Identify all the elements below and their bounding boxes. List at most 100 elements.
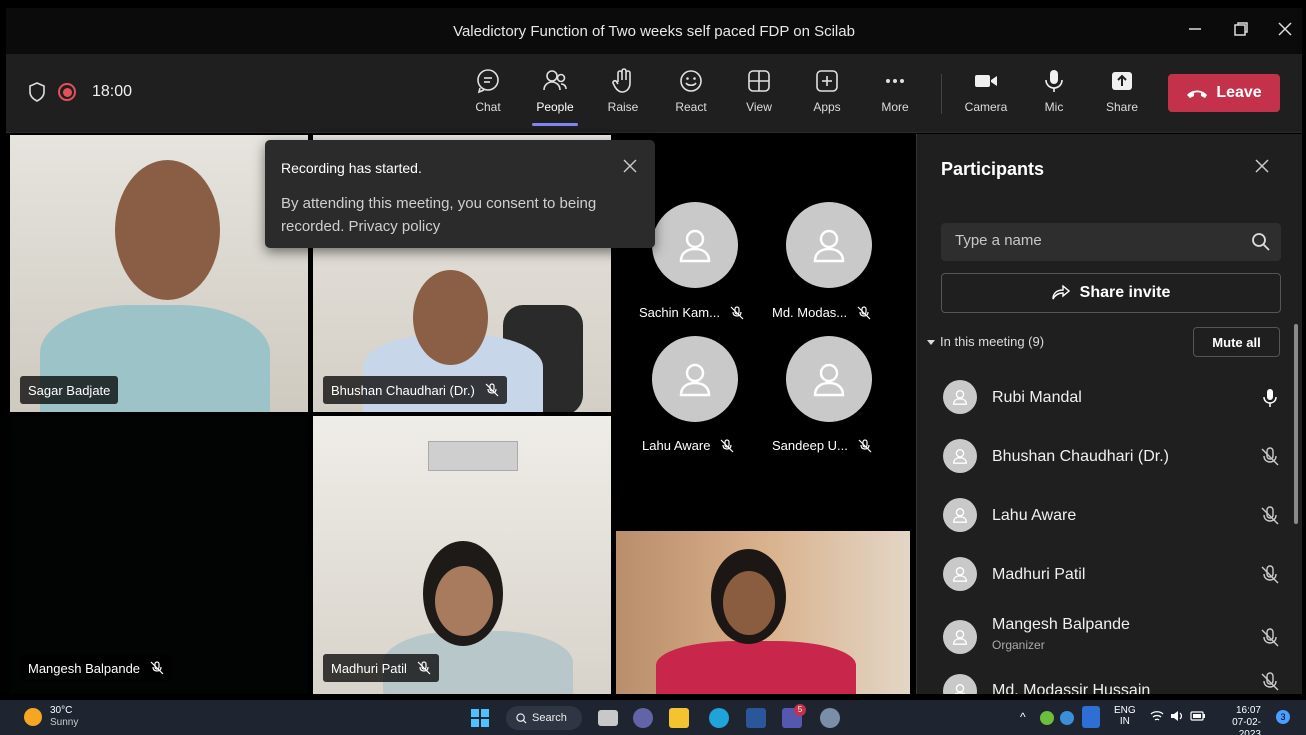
participant-row[interactable]: Bhushan Chaudhari (Dr.) (943, 431, 1283, 483)
video-tile[interactable]: Sagar Badjate (10, 135, 308, 412)
edge-icon[interactable] (709, 708, 729, 728)
teams-icon[interactable]: 5 (782, 704, 806, 728)
camera-button[interactable]: Camera (956, 66, 1016, 122)
notification-badge[interactable]: 3 (1276, 710, 1290, 724)
participant-name: Lahu Aware (992, 507, 1077, 524)
video-tile[interactable]: Madhuri Patil (313, 416, 611, 694)
panel-scrollbar[interactable] (1294, 324, 1298, 524)
close-panel-icon[interactable] (1254, 154, 1270, 180)
participant-name: Lahu Aware (642, 438, 711, 453)
mic-off-icon[interactable] (1260, 672, 1280, 692)
in-meeting-header[interactable]: In this meeting (9) (927, 334, 1044, 349)
search-field[interactable] (941, 223, 1281, 261)
view-icon (748, 70, 770, 92)
react-button[interactable]: React (661, 66, 721, 122)
system-clock[interactable]: 16:07 07-02-2023 (1215, 705, 1261, 735)
teams-chat-icon[interactable] (633, 708, 653, 728)
avatar[interactable] (786, 336, 872, 422)
people-button[interactable]: People (525, 66, 585, 126)
apps-icon (816, 70, 838, 92)
more-icon (886, 79, 904, 83)
person-icon (953, 508, 967, 523)
mic-button[interactable]: Mic (1024, 66, 1084, 122)
participant-role: Organizer (992, 638, 1045, 652)
taskbar-search[interactable]: Search (506, 706, 582, 730)
task-view-icon[interactable] (598, 710, 618, 726)
lang-top: ENG (1114, 705, 1136, 716)
chat-label: Chat (475, 100, 501, 114)
cloud-icon[interactable] (1060, 711, 1074, 725)
participant-name: Md. Modassir Hussain (992, 682, 1151, 694)
mic-off-icon (730, 305, 744, 319)
participant-name-tag: Sagar Badjate (20, 376, 119, 404)
meeting-timer: 18:00 (92, 83, 133, 100)
participant-row[interactable]: Md. Modassir Hussain (943, 668, 1283, 694)
participant-name: Madhuri Patil (992, 566, 1086, 583)
mic-icon[interactable] (1260, 388, 1280, 408)
search-icon[interactable] (1251, 232, 1271, 252)
raise-hand-button[interactable]: Raise (593, 66, 653, 122)
avatar[interactable] (786, 202, 872, 288)
share-button[interactable]: Share (1092, 66, 1152, 122)
chevron-up-icon[interactable]: ^ (1020, 710, 1026, 724)
leave-button[interactable]: Leave (1168, 74, 1280, 112)
word-icon[interactable] (746, 708, 766, 728)
close-window-icon[interactable] (1272, 18, 1298, 44)
mic-off-icon[interactable] (1260, 447, 1280, 467)
settings-icon[interactable] (820, 708, 840, 728)
mic-off-icon (150, 661, 164, 675)
battery-icon[interactable] (1190, 710, 1206, 725)
window-title: Valedictory Function of Two weeks self p… (453, 23, 855, 40)
search-input[interactable] (955, 232, 1235, 249)
hang-up-icon (1187, 90, 1208, 98)
apps-button[interactable]: Apps (797, 66, 857, 122)
mic-off-icon[interactable] (1260, 565, 1280, 585)
chat-button[interactable]: Chat (458, 66, 518, 122)
shield-icon[interactable] (28, 82, 46, 102)
minimize-icon[interactable] (1182, 18, 1208, 44)
avatar[interactable] (652, 202, 738, 288)
person-icon (679, 363, 711, 397)
tray-app-icon[interactable] (1040, 711, 1054, 725)
weather-widget[interactable]: 30°C Sunny (24, 705, 78, 729)
participant-name-tag: Mangesh Balpande (20, 654, 173, 682)
avatar-label: Sandeep U... (772, 438, 872, 453)
participant-row[interactable]: Lahu Aware (943, 490, 1283, 542)
participant-row[interactable]: Mangesh Balpande Organizer (943, 608, 1283, 664)
apps-label: Apps (813, 100, 841, 114)
video-tile[interactable] (616, 531, 910, 694)
more-button[interactable]: More (865, 66, 925, 122)
notification-body[interactable]: By attending this meeting, you consent t… (281, 192, 611, 238)
search-icon (516, 712, 527, 724)
participant-row[interactable]: Rubi Mandal (943, 372, 1283, 424)
close-icon[interactable] (623, 156, 637, 179)
video-tile[interactable]: Mangesh Balpande (10, 416, 308, 694)
share-arrow-icon (1051, 285, 1070, 300)
maximize-icon[interactable] (1228, 18, 1254, 44)
volume-icon[interactable] (1170, 710, 1184, 725)
mic-tray-icon[interactable] (1082, 706, 1100, 728)
mic-off-icon[interactable] (1260, 506, 1280, 526)
mic-off-icon[interactable] (1260, 628, 1280, 648)
mic-off-icon (417, 661, 431, 675)
share-invite-button[interactable]: Share invite (941, 273, 1281, 313)
participant-row[interactable]: Madhuri Patil (943, 549, 1283, 601)
mic-off-icon (721, 438, 734, 452)
caret-down-icon (927, 339, 935, 345)
participant-name: Sandeep U... (772, 438, 848, 453)
wifi-icon[interactable] (1150, 710, 1164, 725)
mic-icon (1045, 70, 1063, 92)
file-explorer-icon[interactable] (669, 708, 689, 728)
recording-notification: Recording has started. By attending this… (265, 140, 655, 248)
language-indicator[interactable]: ENG IN (1114, 705, 1136, 727)
windows-start-icon[interactable] (470, 708, 490, 728)
participant-name-tag: Bhushan Chaudhari (Dr.) (323, 376, 507, 404)
leave-label: Leave (1216, 84, 1262, 101)
meeting-toolbar: 18:00 Chat People Raise React View Apps (6, 54, 1302, 133)
react-icon (680, 70, 702, 92)
avatar[interactable] (652, 336, 738, 422)
mute-all-button[interactable]: Mute all (1193, 327, 1280, 357)
view-button[interactable]: View (729, 66, 789, 122)
meeting-info: 18:00 (28, 82, 132, 102)
person-icon (953, 449, 967, 464)
